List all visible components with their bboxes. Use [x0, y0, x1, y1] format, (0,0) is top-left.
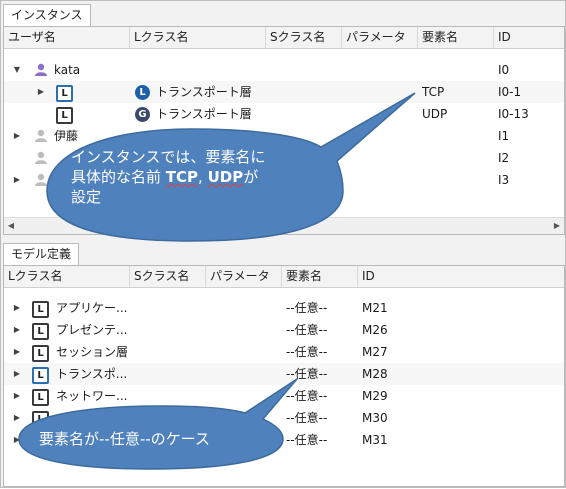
callout-models-shape — [18, 378, 298, 470]
callout-models-text: 要素名が--任意--のケース — [39, 430, 210, 448]
app-window: インスタンス ユーザ名 Lクラス名 Sクラス名 パラメータ 要素名 ID ▼ k… — [0, 0, 566, 488]
